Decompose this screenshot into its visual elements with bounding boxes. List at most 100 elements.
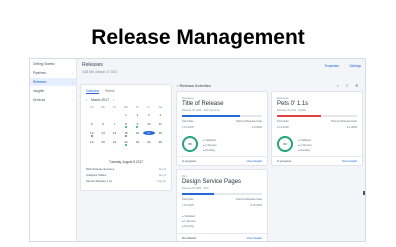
- sidebar-item-label: Releases: [33, 80, 47, 84]
- release-card[interactable]: Releases Pets 0' 1.1s Release ID 2011 · Mo…: [271, 91, 363, 166]
- calendar-day[interactable]: 10: [143, 122, 154, 126]
- chevron-right-icon: ›: [72, 98, 73, 102]
- planned-date-label: Planned Release Date: [236, 119, 262, 123]
- settings-link[interactable]: Settings: [349, 64, 361, 68]
- sidebar-item[interactable]: Services ›: [30, 96, 76, 104]
- release-name: Title of Release: [182, 101, 224, 107]
- legend-item: Pending: [184, 225, 194, 228]
- planned-date-value: 2.6.2018: [251, 125, 262, 129]
- release-kicker: Releases: [277, 96, 289, 100]
- start-date-value: 1.12.2018: [182, 125, 194, 129]
- weekday-label: We: [123, 105, 129, 109]
- view-details-link[interactable]: View Details: [247, 236, 262, 240]
- release-card-footer: In progress View Details: [272, 156, 362, 165]
- page-subtitle: 4:28 AM | March 17 2017: [82, 70, 118, 74]
- calendar-day[interactable]: 3: [143, 113, 154, 117]
- calendar-day[interactable]: 7: [109, 122, 120, 126]
- calendar-day[interactable]: 8: [120, 122, 131, 128]
- view-details-link[interactable]: View Details: [247, 159, 262, 163]
- calendar-day[interactable]: 20: [97, 140, 108, 144]
- date-values: 1.12.2018 2.6.2018: [182, 126, 262, 129]
- calendar-grid: 1 2 3 4 5 6 7 8 9 10 11 12 13 14 15 16 17 18 19 20 21 22 23 24 2…: [81, 109, 171, 146]
- calendar-day[interactable]: 17: [143, 131, 155, 135]
- templates-link[interactable]: Templates: [324, 64, 339, 68]
- event-item[interactable]: Secure Release 1.4c Aug 12: [86, 179, 166, 183]
- calendar-day[interactable]: 22: [120, 140, 131, 146]
- release-status: Not Started: [182, 236, 197, 240]
- sidebar-item-label: Getting Started: [33, 62, 55, 66]
- calendar-day[interactable]: 16: [132, 131, 143, 135]
- sidebar-item[interactable]: Getting Started: [30, 60, 76, 68]
- calendar-day[interactable]: 24: [143, 140, 154, 144]
- calendar-day[interactable]: 14: [109, 131, 120, 135]
- calendar-day: [97, 113, 108, 117]
- weekday-label: Fr: [147, 105, 151, 109]
- release-meta: Release ID 1044 · Web Services: [182, 109, 220, 112]
- legend-item: Validated: [205, 139, 216, 142]
- calendar-tabs: Calendar Teams: [81, 85, 171, 94]
- progress-fill: [182, 115, 240, 117]
- calendar-day[interactable]: 4: [155, 113, 166, 117]
- scroll-indicator[interactable]: [363, 191, 365, 195]
- calendar-day[interactable]: 18: [155, 131, 166, 135]
- page-title: Releases: [82, 62, 103, 68]
- date-values: 1.14.2018 3.1.2018: [277, 126, 357, 129]
- legend-item: In Review: [184, 220, 196, 223]
- sidebar-item[interactable]: Releases ›: [30, 78, 76, 86]
- event-name: Analytics Tables: [86, 173, 107, 177]
- calendar-day[interactable]: 19: [86, 140, 97, 144]
- calendar-day[interactable]: 25: [155, 140, 166, 144]
- legend-item: Validated: [300, 139, 311, 142]
- activities-title: Release Activities: [179, 83, 211, 88]
- sidebar-item[interactable]: Pipelines ›: [30, 69, 76, 77]
- date-values: 7.15.2018 8.10.2018: [182, 204, 262, 207]
- date-labels: Start Date Planned Release Date: [182, 198, 262, 201]
- calendar-card: Calendar Teams ‹ March 2017 › Su Mo Tu We Th…: [80, 84, 172, 191]
- sidebar-item[interactable]: Insights ›: [30, 87, 76, 95]
- chevron-left-icon[interactable]: ‹: [86, 98, 87, 102]
- event-item[interactable]: Analytics Tables Aug 9: [86, 173, 166, 177]
- calendar-day[interactable]: 12: [86, 131, 97, 137]
- today-label: Tuesday, August 8 2017: [108, 160, 144, 164]
- calendar-day[interactable]: 15: [120, 131, 131, 137]
- sidebar-item-label: Pipelines: [33, 71, 46, 75]
- event-date: Aug 12: [157, 179, 166, 183]
- weekday-label: Su: [90, 105, 94, 109]
- event-item[interactable]: Web Release Services Aug 8: [86, 167, 166, 171]
- release-progress-bar: [277, 115, 357, 117]
- planned-date-value: 3.1.2018: [346, 125, 357, 129]
- release-status: In progress: [182, 159, 196, 163]
- calendar-day[interactable]: 1: [120, 113, 131, 117]
- calendar-day: [109, 113, 120, 117]
- status-legend: ● Validated ● In Review ● Pending: [203, 139, 217, 152]
- month-row: ‹ March 2017 ›: [81, 94, 171, 102]
- release-card[interactable]: Releases Title of Release Release ID 1044 …: [176, 91, 268, 166]
- chevron-right-icon: ›: [72, 80, 73, 84]
- calendar-day[interactable]: 23: [132, 140, 143, 144]
- chevron-right-icon: ›: [72, 71, 73, 75]
- release-meta: Release ID 2081 · Web: [182, 187, 209, 190]
- event-date: Aug 8: [158, 167, 166, 171]
- release-meta: Release ID 2011 · Mobile: [277, 109, 307, 112]
- start-date-value: 1.14.2018: [277, 125, 289, 129]
- calendar-day[interactable]: 6: [97, 122, 108, 126]
- calendar-day[interactable]: 11: [155, 122, 166, 126]
- view-details-link[interactable]: View Details: [342, 159, 357, 163]
- release-card-footer: In progress View Details: [177, 156, 267, 165]
- calendar-day[interactable]: 9: [132, 122, 143, 128]
- legend-item: Validated: [184, 215, 195, 218]
- chevron-right-icon[interactable]: ›: [113, 98, 114, 102]
- tab-calendar[interactable]: Calendar: [86, 89, 99, 94]
- calendar-day[interactable]: 13: [97, 131, 108, 135]
- calendar-day[interactable]: 5: [86, 122, 97, 126]
- activities-tools[interactable]: ⌕ ≡ ⊞: [337, 83, 361, 88]
- calendar-day[interactable]: 2: [132, 113, 143, 117]
- legend-item: Pending: [205, 149, 215, 152]
- planned-date-value: 8.10.2018: [250, 203, 262, 207]
- chevron-right-icon: ›: [72, 89, 73, 93]
- release-progress-bar: [182, 193, 262, 195]
- event-list: Web Release Services Aug 8 Analytics Table…: [86, 167, 166, 185]
- calendar-day[interactable]: 21: [109, 140, 120, 144]
- tab-teams[interactable]: Teams: [105, 89, 114, 94]
- release-card[interactable]: Dev Design Service Pages Release ID 2081 ·…: [176, 169, 268, 241]
